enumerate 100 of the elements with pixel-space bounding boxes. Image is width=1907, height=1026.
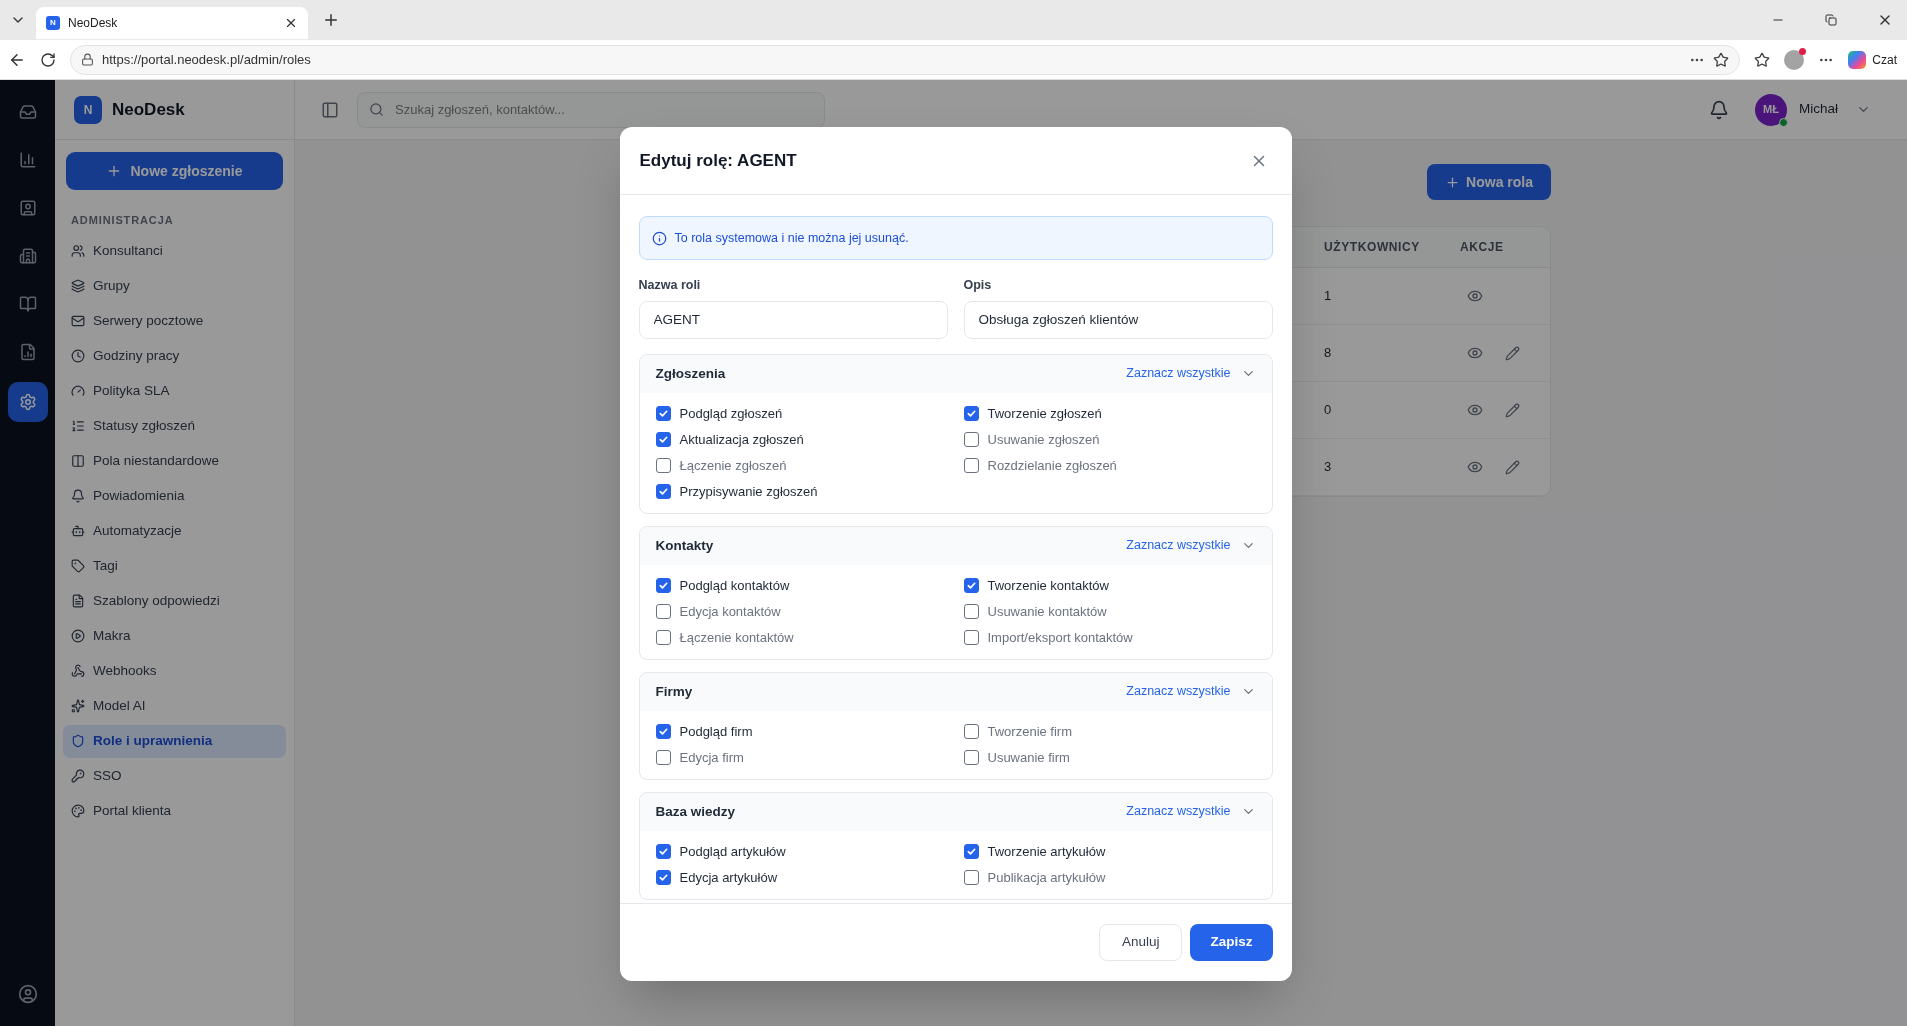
palette-icon [71, 804, 85, 818]
checkbox[interactable] [963, 630, 979, 646]
settings-icon [18, 393, 37, 411]
edit-icon[interactable] [1505, 459, 1520, 475]
nav-item[interactable]: Polityka SLA [63, 374, 286, 408]
permission-label: Usuwanie firm [987, 749, 1070, 767]
view-icon[interactable] [1467, 345, 1483, 361]
nav-item[interactable]: Powiadomienia [63, 479, 286, 513]
text-field[interactable]: Obsługa zgłoszeń klientów [963, 300, 1273, 339]
search-field[interactable]: Szukaj zgłoszeń, kontaktów... [357, 91, 825, 128]
sparkles-icon [71, 699, 85, 713]
shield-icon [71, 734, 85, 748]
checkbox[interactable] [963, 406, 979, 422]
nav-item[interactable]: Statusy zgłoszeń [63, 409, 286, 443]
new-tab-icon[interactable] [322, 11, 340, 29]
edit-icon[interactable] [1505, 402, 1520, 418]
checkbox[interactable] [963, 750, 979, 766]
checkbox[interactable] [655, 750, 671, 766]
nav-item[interactable]: Serwery pocztowe [63, 304, 286, 338]
permission-label: Podgląd artykułów [679, 843, 786, 861]
new-ticket-button[interactable]: Nowe zgłoszenie [66, 152, 283, 190]
checkbox[interactable] [655, 870, 671, 886]
tab-title: NeoDesk [68, 15, 119, 32]
column-header: AKCJE [1460, 239, 1504, 256]
checkbox[interactable] [655, 604, 671, 620]
webhook-icon [71, 664, 85, 678]
rail-item[interactable] [7, 382, 48, 422]
tag-icon [71, 559, 85, 573]
new-role-button[interactable]: Nowa rola [1427, 164, 1551, 200]
list-icon [71, 419, 85, 433]
section-label: ADMINISTRACJA [70, 213, 175, 228]
text-field[interactable]: AGENT [638, 300, 948, 339]
star-icon[interactable] [1713, 51, 1730, 68]
lock-icon [81, 53, 94, 66]
checkbox[interactable] [655, 484, 671, 500]
profile-icon[interactable] [1784, 49, 1805, 70]
checkbox[interactable] [655, 432, 671, 448]
group-title: Kontakty [655, 536, 715, 555]
select-all-link[interactable]: Zaznacz wszystkie [1126, 682, 1231, 702]
users-icon [71, 244, 85, 258]
user-name: Michał [1799, 100, 1838, 119]
nav-item[interactable]: Tagi [63, 549, 286, 583]
nav-item[interactable]: Konsultanci [63, 234, 286, 268]
nav-item[interactable]: Portal klienta [63, 794, 286, 828]
users-count: 1 [1324, 287, 1332, 306]
nav-item[interactable]: Pola niestandardowe [63, 444, 286, 478]
nav-item[interactable]: Model AI [63, 689, 286, 723]
nav-item[interactable]: Makra [63, 619, 286, 653]
select-all-link[interactable]: Zaznacz wszystkie [1126, 802, 1231, 822]
permission-label: Podgląd kontaktów [679, 577, 790, 595]
checkbox[interactable] [655, 724, 671, 740]
permission-label: Podgląd zgłoszeń [679, 405, 783, 423]
checkbox[interactable] [655, 406, 671, 422]
checkbox[interactable] [963, 458, 979, 474]
cancel-button[interactable]: Anuluj [1098, 924, 1183, 961]
user-avatar[interactable]: MŁ [1755, 93, 1787, 126]
checkbox[interactable] [655, 844, 671, 860]
reload-icon[interactable] [40, 51, 56, 68]
bell-icon [71, 489, 85, 503]
restore-icon[interactable] [1825, 14, 1837, 26]
view-icon[interactable] [1467, 288, 1483, 304]
edit-icon[interactable] [1505, 345, 1520, 361]
nav-item[interactable]: Grupy [63, 269, 286, 303]
checkbox[interactable] [963, 578, 979, 594]
checkbox[interactable] [963, 870, 979, 886]
close-icon[interactable] [284, 16, 298, 30]
save-button[interactable]: Zapisz [1190, 924, 1273, 961]
permission-label: Rozdzielanie zgłoszeń [987, 457, 1117, 475]
gauge-icon [71, 384, 85, 398]
select-all-link[interactable]: Zaznacz wszystkie [1126, 364, 1231, 384]
favorites-icon[interactable] [1754, 51, 1771, 68]
checkbox[interactable] [963, 604, 979, 620]
nav-item[interactable]: Role i uprawnienia [63, 724, 286, 758]
copilot-button[interactable]: Czat [1848, 50, 1899, 69]
nav-item[interactable]: Godziny pracy [63, 339, 286, 373]
nav-item[interactable]: Webhooks [63, 654, 286, 688]
notification-bell-icon[interactable] [1709, 99, 1729, 120]
browser-tab[interactable]: N NeoDesk [36, 7, 308, 39]
checkbox[interactable] [963, 432, 979, 448]
contact-card-icon [18, 199, 37, 217]
nav-item[interactable]: Szablony odpowiedzi [63, 584, 286, 618]
permission-label: Tworzenie zgłoszeń [987, 405, 1102, 423]
info-icon [651, 230, 667, 246]
permission-label: Łączenie zgłoszeń [679, 457, 787, 475]
account-icon[interactable] [17, 984, 38, 1004]
nav-item[interactable]: Automatyzacje [63, 514, 286, 548]
checkbox[interactable] [655, 630, 671, 646]
sidebar-toggle-icon[interactable] [321, 100, 339, 119]
view-icon[interactable] [1467, 459, 1483, 475]
checkbox[interactable] [963, 844, 979, 860]
check-icon [657, 872, 669, 884]
nav-item[interactable]: SSO [63, 759, 286, 793]
checkbox[interactable] [655, 578, 671, 594]
view-icon[interactable] [1467, 402, 1483, 418]
address-field[interactable]: https://portal.neodesk.pl/admin/roles [70, 44, 1741, 75]
checkbox[interactable] [963, 724, 979, 740]
checkbox[interactable] [655, 458, 671, 474]
users-count: 8 [1324, 344, 1332, 363]
select-all-link[interactable]: Zaznacz wszystkie [1126, 536, 1231, 556]
column-header: UŻYTKOWNICY [1324, 239, 1420, 256]
